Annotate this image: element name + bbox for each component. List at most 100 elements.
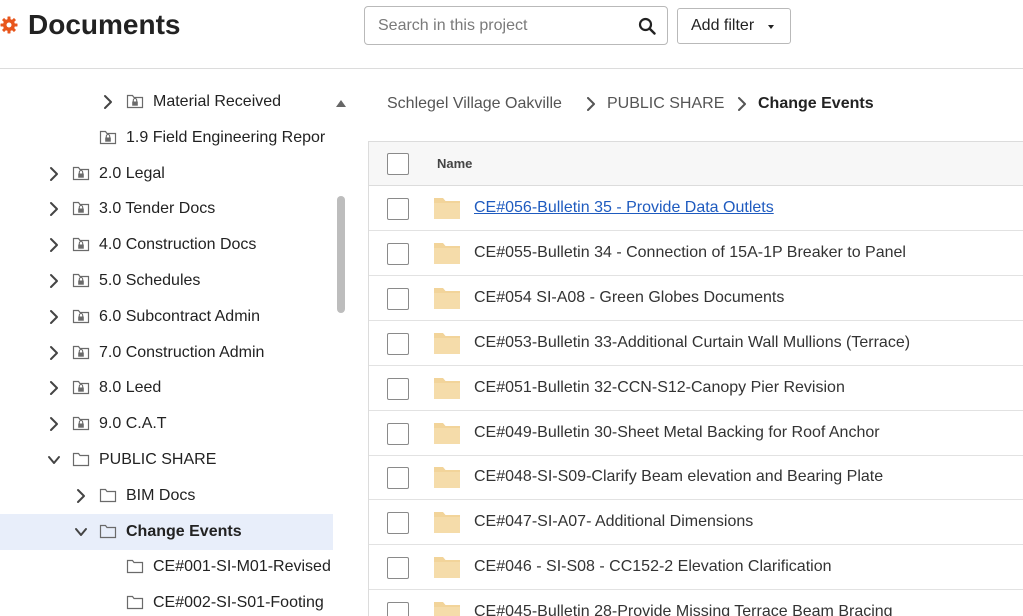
chevron-right-icon[interactable]: [46, 166, 62, 182]
tree-item[interactable]: 7.0 Construction Admin: [0, 335, 333, 371]
locked-folder-icon: [72, 381, 90, 395]
tree-item-label: 2.0 Legal: [99, 164, 165, 182]
chevron-right-icon[interactable]: [46, 201, 62, 217]
tree-item[interactable]: BIM Docs: [0, 478, 333, 514]
table-row[interactable]: CE#046 - SI-S08 - CC152-2 Elevation Clar…: [369, 545, 1023, 591]
table-row[interactable]: CE#048-SI-S09-Clarify Beam elevation and…: [369, 455, 1023, 501]
table-row[interactable]: CE#056-Bulletin 35 - Provide Data Outlet…: [369, 186, 1023, 231]
folder-name-link[interactable]: CE#054 SI-A08 - Green Globes Documents: [474, 289, 784, 307]
folder-name-link[interactable]: CE#047-SI-A07- Additional Dimensions: [474, 513, 753, 531]
folder-icon: [434, 422, 460, 444]
folder-name-link[interactable]: CE#046 - SI-S08 - CC152-2 Elevation Clar…: [474, 558, 832, 576]
folder-icon: [99, 488, 117, 502]
row-checkbox[interactable]: [387, 512, 409, 535]
row-checkbox[interactable]: [387, 332, 409, 355]
chevron-right-icon[interactable]: [73, 488, 89, 504]
tree-item[interactable]: 6.0 Subcontract Admin: [0, 299, 333, 335]
tree-item[interactable]: Material Received: [0, 84, 333, 120]
folder-icon: [434, 512, 460, 534]
tree-item-label: Change Events: [126, 522, 242, 540]
table-header: Name: [369, 142, 1023, 186]
tree-item[interactable]: 4.0 Construction Docs: [0, 227, 333, 263]
gear-icon[interactable]: [0, 16, 18, 34]
tree-item-label: PUBLIC SHARE: [99, 451, 217, 468]
row-checkbox[interactable]: [387, 242, 409, 265]
search-input[interactable]: [378, 15, 628, 37]
folder-name-link[interactable]: CE#055-Bulletin 34 - Connection of 15A-1…: [474, 244, 906, 262]
table-row[interactable]: CE#045-Bulletin 28-Provide Missing Terra…: [369, 590, 1023, 616]
chevron-right-icon[interactable]: [46, 416, 62, 432]
folder-icon: [434, 242, 460, 264]
tree-item[interactable]: 1.9 Field Engineering Repor: [0, 120, 333, 156]
folder-icon: [99, 524, 117, 538]
folder-name-link[interactable]: CE#045-Bulletin 28-Provide Missing Terra…: [474, 603, 893, 616]
table-row[interactable]: CE#053-Bulletin 33-Additional Curtain Wa…: [369, 321, 1023, 366]
row-checkbox[interactable]: [387, 467, 409, 490]
folder-icon: [434, 198, 460, 219]
chevron-right-icon[interactable]: [46, 237, 62, 253]
locked-folder-icon: [72, 417, 90, 431]
table-row[interactable]: CE#055-Bulletin 34 - Connection of 15A-1…: [369, 231, 1023, 276]
chevron-down-icon[interactable]: [46, 452, 62, 468]
folder-name-link[interactable]: CE#051-Bulletin 32-CCN-S12-Canopy Pier R…: [474, 379, 845, 397]
tree-item[interactable]: 3.0 Tender Docs: [0, 191, 333, 227]
tree-item-label: CE#001-SI-M01-Revised: [153, 558, 331, 576]
tree-item-label: 9.0 C.A.T: [99, 415, 167, 433]
chevron-right-icon[interactable]: [46, 309, 62, 325]
chevron-down-icon[interactable]: [73, 524, 89, 540]
table-row[interactable]: CE#049-Bulletin 30-Sheet Metal Backing f…: [369, 411, 1023, 456]
chevron-right-icon[interactable]: [46, 380, 62, 396]
tree-item[interactable]: 8.0 Leed: [0, 370, 333, 406]
folder-name-link[interactable]: CE#048-SI-S09-Clarify Beam elevation and…: [474, 468, 883, 486]
chevron-right-icon[interactable]: [46, 273, 62, 289]
chevron-right-icon[interactable]: [100, 94, 116, 110]
folder-icon: [126, 596, 144, 610]
row-checkbox[interactable]: [387, 557, 409, 580]
tree-item[interactable]: 5.0 Schedules: [0, 263, 333, 299]
documents-table: Name CE#056-Bulletin 35 - Provide Data O…: [368, 141, 1023, 616]
row-checkbox[interactable]: [387, 602, 409, 616]
folder-tree: Material Received 1.9 Field Engineering R…: [0, 84, 333, 616]
tree-item-label: 4.0 Construction Docs: [99, 236, 257, 254]
tree-item[interactable]: CE#002-SI-S01-Footing: [0, 585, 333, 616]
select-all-checkbox[interactable]: [387, 153, 409, 175]
add-filter-button[interactable]: Add filter: [677, 8, 791, 44]
sidebar-scrollbar-thumb[interactable]: [337, 196, 345, 313]
tree-item[interactable]: PUBLIC SHARE: [0, 442, 333, 478]
folder-icon: [434, 467, 460, 489]
chevron-right-icon: [738, 97, 746, 111]
locked-folder-icon: [72, 166, 90, 180]
tree-item-label: 1.9 Field Engineering Repor: [126, 128, 326, 146]
tree-item-label: 5.0 Schedules: [99, 272, 201, 289]
tree-item-label: BIM Docs: [126, 486, 196, 504]
name-column-header[interactable]: Name: [437, 156, 472, 171]
locked-folder-icon: [72, 345, 90, 359]
chevron-right-icon[interactable]: [46, 345, 62, 361]
caret-down-icon: [768, 25, 774, 29]
folder-name-link[interactable]: CE#053-Bulletin 33-Additional Curtain Wa…: [474, 334, 910, 352]
row-checkbox[interactable]: [387, 198, 409, 220]
table-row[interactable]: CE#051-Bulletin 32-CCN-S12-Canopy Pier R…: [369, 366, 1023, 411]
table-row[interactable]: CE#047-SI-A07- Additional Dimensions: [369, 500, 1023, 546]
tree-item[interactable]: Change Events: [0, 513, 333, 550]
locked-folder-icon: [72, 273, 90, 288]
tree-item[interactable]: 9.0 C.A.T: [0, 406, 333, 442]
scroll-up-arrow-icon[interactable]: [336, 100, 346, 107]
page-title: Documents: [28, 9, 181, 40]
table-row[interactable]: CE#054 SI-A08 - Green Globes Documents: [369, 276, 1023, 321]
locked-folder-icon: [72, 202, 90, 216]
folder-name-link[interactable]: CE#056-Bulletin 35 - Provide Data Outlet…: [474, 199, 774, 217]
search-box[interactable]: [364, 6, 668, 45]
breadcrumb-link[interactable]: PUBLIC SHARE: [607, 95, 724, 113]
locked-folder-icon: [126, 94, 144, 109]
breadcrumb-link[interactable]: Schlegel Village Oakville: [387, 95, 562, 113]
row-checkbox[interactable]: [387, 422, 409, 445]
search-icon[interactable]: [638, 17, 656, 35]
tree-item[interactable]: CE#001-SI-M01-Revised: [0, 549, 333, 585]
tree-item-label: 8.0 Leed: [99, 379, 162, 397]
folder-name-link[interactable]: CE#049-Bulletin 30-Sheet Metal Backing f…: [474, 424, 880, 442]
tree-item[interactable]: 2.0 Legal: [0, 156, 333, 192]
row-checkbox[interactable]: [387, 287, 409, 310]
tree-item-label: 6.0 Subcontract Admin: [99, 307, 260, 325]
row-checkbox[interactable]: [387, 377, 409, 400]
